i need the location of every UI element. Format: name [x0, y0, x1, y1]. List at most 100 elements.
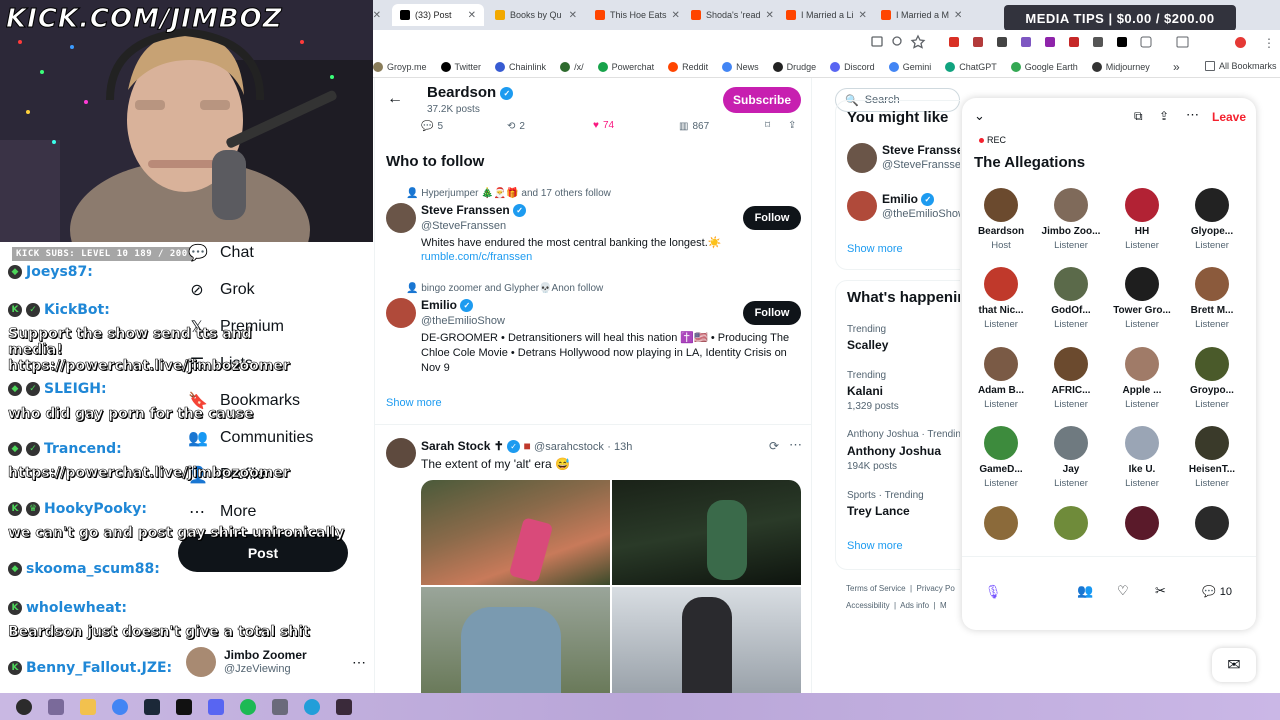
trend-name[interactable]: Scalley — [847, 338, 888, 352]
nav-grok[interactable]: ⊘ Grok — [188, 280, 254, 300]
close-tab-icon[interactable]: ✕ — [468, 10, 476, 21]
participant[interactable]: that Nic... Listener — [968, 267, 1034, 330]
bookmark-chatgpt[interactable]: ChatGPT — [945, 61, 997, 72]
more-options-icon[interactable]: ⋯ — [352, 654, 366, 671]
zoom-icon[interactable] — [892, 36, 902, 46]
footer-link[interactable]: Accessibility — [846, 601, 890, 610]
participant[interactable]: GameD... Listener — [968, 426, 1034, 489]
participant[interactable] — [1179, 506, 1245, 544]
like-action[interactable]: ♥ 74 — [593, 120, 614, 131]
footer-link[interactable]: M — [940, 601, 947, 610]
reply-action[interactable]: 💬 5 — [421, 121, 443, 132]
extension-icon[interactable] — [949, 37, 959, 47]
trend-name[interactable]: Anthony Joshua — [847, 444, 941, 458]
participant[interactable]: GodOf... Listener — [1038, 267, 1104, 330]
show-more-link[interactable]: Show more — [847, 540, 903, 552]
browser-tab[interactable]: I Married a Li ✕ — [778, 4, 870, 26]
bookmark-x-board[interactable]: /x/ — [560, 61, 584, 72]
footer-link[interactable]: Privacy Po — [917, 584, 955, 593]
steam-icon[interactable] — [144, 698, 160, 715]
close-tab-icon[interactable]: ✕ — [765, 10, 773, 21]
tweet-photo[interactable] — [421, 587, 610, 693]
clip-icon[interactable]: ✂ — [1155, 583, 1166, 599]
sidebar-toggle-icon[interactable] — [1176, 36, 1189, 48]
back-arrow-icon[interactable]: ← — [387, 90, 403, 108]
bookmark-twitter[interactable]: Twitter — [440, 61, 481, 72]
bookmark-star-icon[interactable] — [910, 34, 926, 49]
bookmark-midjourney[interactable]: Midjourney — [1091, 61, 1150, 72]
tweet-photo[interactable] — [421, 480, 610, 585]
reaction-icon[interactable]: ♡ — [1117, 583, 1129, 599]
telegram-icon[interactable] — [304, 698, 320, 715]
browser-tab[interactable]: I Married a M ✕ — [873, 4, 961, 26]
tweet-handle[interactable]: @sarahcstock — [534, 441, 604, 453]
task-view-icon[interactable] — [48, 698, 64, 715]
obs-icon[interactable] — [336, 698, 352, 715]
participant[interactable]: Jimbo Zoo... Listener — [1038, 188, 1104, 251]
messages-button[interactable]: ✉ — [1212, 648, 1256, 682]
bookmark-groyp[interactable]: Groyp.me — [373, 61, 427, 72]
install-app-icon[interactable] — [871, 36, 883, 47]
bookmark-chainlink[interactable]: Chainlink — [495, 61, 546, 72]
browser-tab[interactable]: This Hoe Eats ✕ — [587, 4, 681, 26]
share-icon[interactable]: ⇪ — [1159, 109, 1169, 123]
close-tab-icon[interactable]: ✕ — [954, 10, 961, 21]
views-action[interactable]: ▥ 867 — [679, 121, 709, 132]
all-bookmarks[interactable]: All Bookmarks — [1205, 61, 1277, 71]
account-switcher[interactable]: Jimbo Zoomer @JzeViewing ⋯ — [186, 645, 366, 679]
close-tab-icon[interactable]: ✕ — [859, 10, 867, 21]
browser-tab-active[interactable]: (33) Post ✕ — [392, 4, 484, 26]
tweet-author[interactable]: Sarah Stock ✝ — [421, 439, 504, 453]
bookmark-gemini[interactable]: Gemini — [888, 61, 931, 72]
close-tab-icon[interactable]: ✕ — [373, 10, 381, 21]
participant[interactable]: Groypo... Listener — [1179, 347, 1245, 410]
bookmark-powerchat[interactable]: Powerchat — [597, 61, 654, 72]
bookmark-icon[interactable]: ⌑ — [765, 120, 770, 131]
bookmark-google-earth[interactable]: Google Earth — [1010, 61, 1078, 72]
more-options-icon[interactable]: ⋯ — [789, 437, 802, 453]
close-tab-icon[interactable]: ✕ — [569, 10, 577, 21]
suggestion-name[interactable]: Steve Franssen — [882, 143, 960, 157]
microphone-icon[interactable]: 🎙 — [984, 583, 1002, 601]
participant[interactable]: Glyope... Listener — [1179, 188, 1245, 251]
spotify-icon[interactable] — [240, 698, 256, 715]
discord-icon[interactable] — [208, 698, 224, 715]
file-explorer-icon[interactable] — [80, 698, 96, 715]
avatar[interactable] — [847, 191, 877, 221]
nav-communities[interactable]: 👥 Communities — [188, 428, 313, 448]
trend-name[interactable]: Trey Lance — [847, 504, 910, 518]
extension-icon[interactable] — [1045, 37, 1055, 47]
follow-button[interactable]: Follow — [743, 206, 801, 230]
extension-icon[interactable] — [1093, 37, 1103, 47]
show-more-link[interactable]: Show more — [386, 397, 442, 409]
leave-button[interactable]: Leave — [1212, 110, 1246, 124]
participant[interactable]: AFRIC... Listener — [1038, 347, 1104, 410]
participant[interactable] — [968, 506, 1034, 544]
extensions-puzzle-icon[interactable] — [1140, 36, 1152, 48]
participant[interactable]: Adam B... Listener — [968, 347, 1034, 410]
show-more-link[interactable]: Show more — [847, 243, 903, 255]
pip-icon[interactable]: ⧉ — [1134, 109, 1143, 124]
participant[interactable]: Brett M... Listener — [1179, 267, 1245, 330]
extension-icon[interactable] — [973, 37, 983, 47]
bookmark-reddit[interactable]: Reddit — [668, 61, 708, 72]
avatar[interactable] — [847, 143, 877, 173]
avatar[interactable] — [386, 298, 416, 328]
suggestion-name[interactable]: Emilio ✓ — [882, 192, 935, 207]
extension-icon[interactable] — [1069, 37, 1079, 47]
chrome-icon[interactable] — [112, 698, 128, 715]
bookmark-drudge[interactable]: Drudge — [772, 61, 816, 72]
footer-link[interactable]: Ads info — [900, 601, 929, 610]
tweet-time[interactable]: · 13h — [607, 441, 632, 453]
app-icon[interactable] — [272, 698, 288, 715]
browser-tab[interactable]: Books by Qu ✕ — [487, 4, 585, 26]
terminal-icon[interactable] — [176, 698, 192, 715]
avatar[interactable] — [386, 203, 416, 233]
share-icon[interactable]: ⇪ — [788, 120, 796, 131]
bookmark-news[interactable]: News — [722, 61, 759, 72]
participants-icon[interactable]: 👥 — [1077, 583, 1093, 599]
bio-link[interactable]: rumble.com/c/franssen — [421, 251, 532, 263]
profile-avatar-icon[interactable] — [1235, 37, 1246, 48]
participant[interactable]: HH Listener — [1109, 188, 1175, 251]
follow-button[interactable]: Follow — [743, 301, 801, 325]
